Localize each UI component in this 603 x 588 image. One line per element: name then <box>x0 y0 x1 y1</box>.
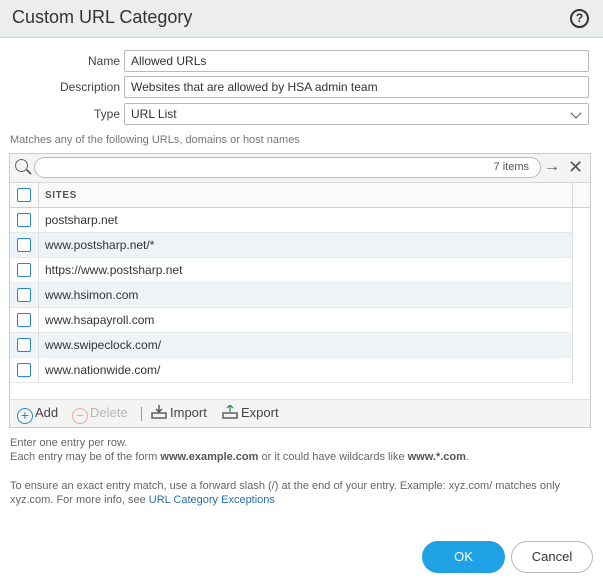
grid-rows: postsharp.net www.postsharp.net/* https:… <box>10 208 573 383</box>
header-checkbox-cell <box>10 183 39 207</box>
name-label: Name <box>87 54 120 68</box>
info-line-3: To ensure an exact entry match, use a fo… <box>10 480 561 492</box>
export-icon <box>222 405 238 419</box>
site-entry: postsharp.net <box>45 213 118 227</box>
description-input[interactable]: Websites that are allowed by HSA admin t… <box>124 76 589 98</box>
import-button[interactable]: Import <box>151 405 207 420</box>
search-input[interactable]: 7 items <box>34 157 541 178</box>
items-count: 7 items <box>493 161 529 173</box>
row-checkbox-cell <box>10 333 39 357</box>
delete-label: Delete <box>90 405 128 420</box>
info-line-4: xyz.com. For more info, see URL Category… <box>10 494 275 506</box>
url-category-exceptions-link[interactable]: URL Category Exceptions <box>149 494 275 506</box>
info-line-2-mid: or it could have wildcards like <box>258 451 408 463</box>
table-row[interactable]: www.hsimon.com <box>10 283 573 308</box>
info-line-4-pre: xyz.com. For more info, see <box>10 494 149 506</box>
cancel-button[interactable]: Cancel <box>511 541 593 573</box>
dialog-titlebar: Custom URL Category ? <box>0 0 603 38</box>
select-all-checkbox[interactable] <box>17 188 31 202</box>
name-input[interactable]: Allowed URLs <box>124 50 589 72</box>
header-divider <box>572 183 573 207</box>
info-example-2: www.*.com <box>407 451 466 463</box>
grid-toolbar: + Add − Delete Import Export <box>10 399 590 427</box>
close-icon[interactable]: ✕ <box>568 158 583 176</box>
grid-searchbar: 7 items → ✕ <box>10 154 590 182</box>
import-label: Import <box>170 405 207 420</box>
site-entry: www.postsharp.net/* <box>45 238 155 252</box>
row-checkbox-cell <box>10 358 39 382</box>
row-checkbox-cell <box>10 283 39 307</box>
search-icon <box>15 159 28 172</box>
table-row[interactable]: https://www.postsharp.net <box>10 258 573 283</box>
minus-circle-icon: − <box>72 408 88 424</box>
toolbar-divider <box>141 407 142 421</box>
add-label: Add <box>35 405 59 420</box>
plus-circle-icon: + <box>17 408 33 424</box>
type-select[interactable]: URL List <box>124 103 589 125</box>
row-checkbox-cell <box>10 208 39 232</box>
column-header-sites[interactable]: SITES <box>45 190 77 201</box>
type-select-value: URL List <box>131 107 177 121</box>
row-checkbox[interactable] <box>17 363 31 377</box>
description-label: Description <box>59 80 120 94</box>
type-label: Type <box>93 107 120 121</box>
matches-hint: Matches any of the following URLs, domai… <box>10 134 300 146</box>
dialog-title: Custom URL Category <box>12 7 193 27</box>
row-checkbox[interactable] <box>17 313 31 327</box>
site-entry: https://www.postsharp.net <box>45 263 183 277</box>
row-checkbox-cell <box>10 233 39 257</box>
info-line-2-post: . <box>465 451 469 463</box>
info-line-2: Each entry may be of the form www.exampl… <box>10 451 469 463</box>
export-label: Export <box>241 405 279 420</box>
add-button[interactable]: + Add <box>17 405 58 424</box>
row-checkbox[interactable] <box>17 338 31 352</box>
ok-button[interactable]: OK <box>422 541 505 573</box>
table-row[interactable]: www.postsharp.net/* <box>10 233 573 258</box>
chevron-down-icon <box>570 107 582 119</box>
table-row[interactable]: www.hsapayroll.com <box>10 308 573 333</box>
site-entry: www.hsapayroll.com <box>45 313 155 327</box>
table-row[interactable]: postsharp.net <box>10 208 573 233</box>
help-icon[interactable]: ? <box>570 9 589 28</box>
grid-header: SITES <box>10 182 590 208</box>
site-entry: www.hsimon.com <box>45 288 139 302</box>
row-checkbox[interactable] <box>17 288 31 302</box>
row-checkbox[interactable] <box>17 213 31 227</box>
export-button[interactable]: Export <box>222 405 279 420</box>
site-entry: www.nationwide.com/ <box>45 363 161 377</box>
site-entry: www.swipeclock.com/ <box>45 338 162 352</box>
delete-button[interactable]: − Delete <box>72 405 128 424</box>
table-row[interactable]: www.swipeclock.com/ <box>10 333 573 358</box>
info-line-2-pre: Each entry may be of the form <box>10 451 161 463</box>
row-checkbox[interactable] <box>17 263 31 277</box>
row-checkbox[interactable] <box>17 238 31 252</box>
arrow-right-icon[interactable]: → <box>544 159 560 175</box>
sites-grid: 7 items → ✕ SITES postsharp.net www.post… <box>9 153 591 428</box>
import-icon <box>151 405 167 419</box>
info-example-1: www.example.com <box>160 451 259 463</box>
row-checkbox-cell <box>10 308 39 332</box>
info-line-1: Enter one entry per row. <box>10 437 128 449</box>
row-checkbox-cell <box>10 258 39 282</box>
table-row[interactable]: www.nationwide.com/ <box>10 358 573 383</box>
